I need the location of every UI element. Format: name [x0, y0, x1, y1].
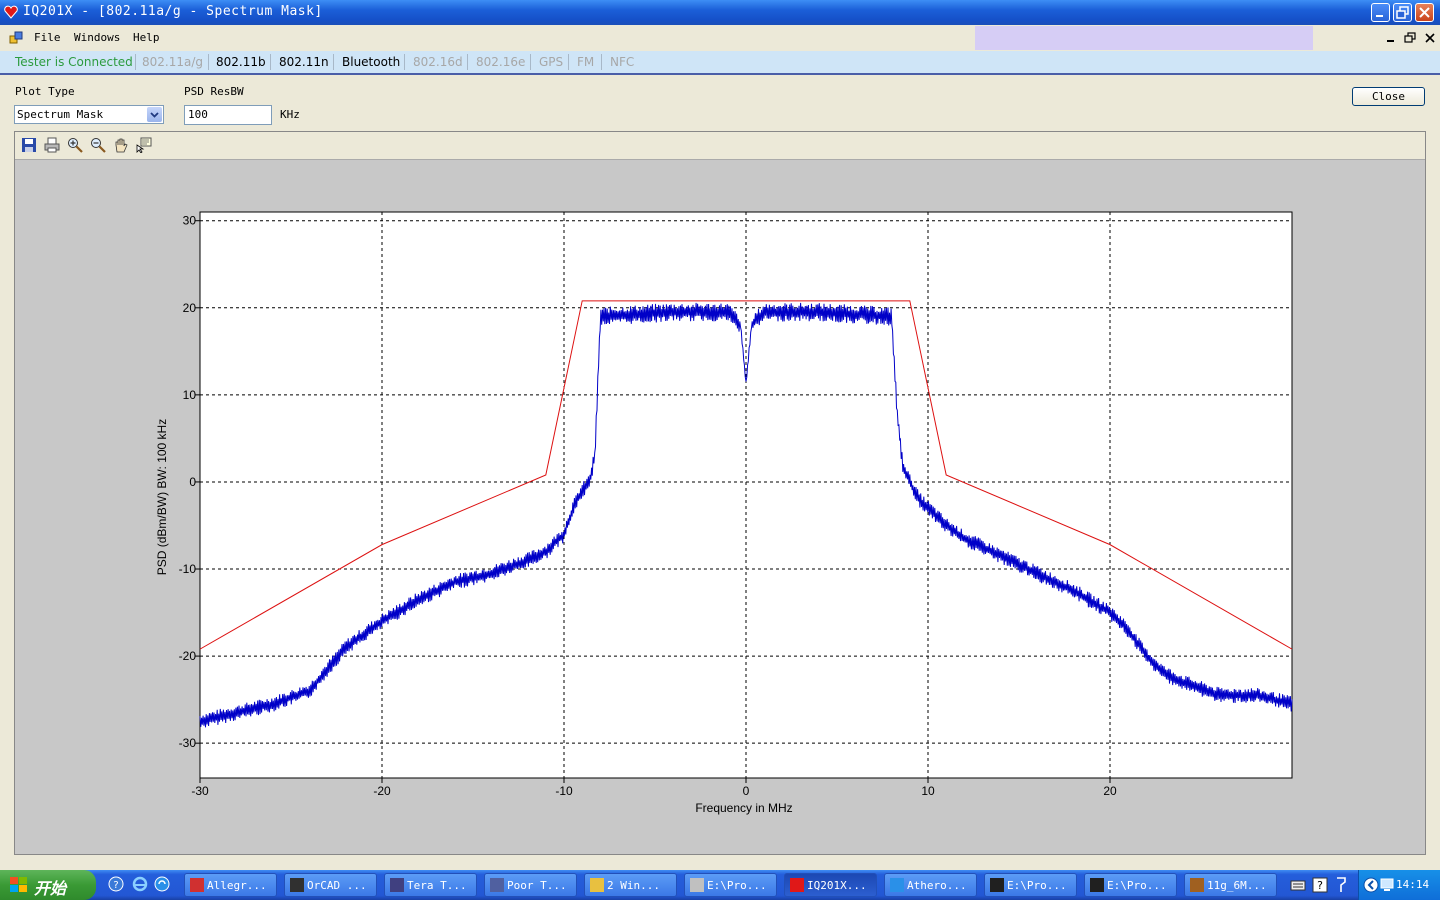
x-tick-label: -30 — [191, 784, 209, 798]
taskbar-item[interactable]: 11g_6M... — [1184, 873, 1277, 897]
start-label: 开始 — [34, 879, 67, 898]
task-app-icon — [990, 878, 1004, 892]
y-tick-label: -30 — [179, 736, 197, 750]
task-app-icon — [490, 878, 504, 892]
browser-quicklaunch-icon[interactable] — [154, 876, 170, 892]
taskbar-item-label: 11g_6M... — [1207, 879, 1267, 892]
y-axis-label: PSD (dBm/BW) BW: 100 kHz — [155, 419, 169, 575]
help-icon[interactable]: ? — [1312, 877, 1328, 893]
taskbar-item-label: E:\Pro... — [1107, 879, 1167, 892]
taskbar-item[interactable]: OrCAD ... — [284, 873, 377, 897]
clock: 14:14 — [1396, 878, 1430, 891]
help-quicklaunch-icon[interactable]: ? — [108, 876, 124, 892]
x-ticks: -30 -20 -10 0 10 20 — [191, 778, 1117, 798]
taskbar-item-label: E:\Pro... — [707, 879, 767, 892]
network-icon[interactable] — [1363, 877, 1379, 893]
taskbar-item[interactable]: Athero... — [884, 873, 977, 897]
taskbar-item-label: Athero... — [907, 879, 967, 892]
ie-quicklaunch-icon[interactable] — [132, 876, 148, 892]
task-app-icon — [390, 878, 404, 892]
start-button[interactable]: 开始 — [0, 870, 96, 900]
taskbar-item-label: E:\Pro... — [1007, 879, 1067, 892]
y-tick-label: -20 — [179, 649, 197, 663]
taskbar-item-label: Tera T... — [407, 879, 467, 892]
taskbar-item[interactable]: E:\Pro... — [984, 873, 1077, 897]
taskbar-item[interactable]: E:\Pro... — [684, 873, 777, 897]
x-tick-label: -20 — [373, 784, 391, 798]
taskbar-item[interactable]: 2 Win... — [584, 873, 677, 897]
taskbar-item[interactable]: Tera T... — [384, 873, 477, 897]
taskbar-item-label: 2 Win... — [607, 879, 660, 892]
keyboard-icon[interactable] — [1290, 877, 1306, 893]
x-tick-label: 20 — [1103, 784, 1117, 798]
task-app-icon — [290, 878, 304, 892]
spectrum-chart[interactable]: 30 20 10 0 -10 -20 -30 -30 -20 -10 0 10 20 Frequenc… — [0, 0, 1440, 900]
y-tick-label: 20 — [183, 301, 197, 315]
taskbar-item-label: Allegr... — [207, 879, 267, 892]
task-app-icon — [190, 878, 204, 892]
svg-text:?: ? — [1317, 879, 1323, 892]
x-axis-label: Frequency in MHz — [695, 801, 792, 815]
x-tick-label: -10 — [555, 784, 573, 798]
x-tick-label: 0 — [743, 784, 750, 798]
taskbar-item-label: Poor T... — [507, 879, 567, 892]
y-tick-label: 30 — [183, 214, 197, 228]
taskbar-item[interactable]: IQ201X... — [784, 873, 877, 897]
taskbar-item-label: OrCAD ... — [307, 879, 367, 892]
y-tick-label: 10 — [183, 388, 197, 402]
svg-text:?: ? — [113, 880, 118, 891]
y-tick-label: -10 — [179, 562, 197, 576]
task-app-icon — [890, 878, 904, 892]
task-app-icon — [1190, 878, 1204, 892]
task-app-icon — [790, 878, 804, 892]
windows-logo-icon — [10, 877, 27, 892]
y-tick-label: 0 — [189, 475, 196, 489]
taskbar-item[interactable]: E:\Pro... — [1084, 873, 1177, 897]
task-app-icon — [590, 878, 604, 892]
taskbar-item-label: IQ201X... — [807, 879, 867, 892]
language-bar-icon[interactable] — [1334, 875, 1348, 895]
taskbar: 开始 ? Allegr... OrCAD ... Tera T... Poor T..… — [0, 870, 1440, 900]
taskbar-item[interactable]: Allegr... — [184, 873, 277, 897]
y-ticks: 30 20 10 0 -10 -20 -30 — [179, 214, 200, 750]
x-tick-label: 10 — [921, 784, 935, 798]
computer-icon[interactable] — [1379, 877, 1395, 893]
taskbar-item[interactable]: Poor T... — [484, 873, 577, 897]
task-app-icon — [1090, 878, 1104, 892]
task-app-icon — [690, 878, 704, 892]
